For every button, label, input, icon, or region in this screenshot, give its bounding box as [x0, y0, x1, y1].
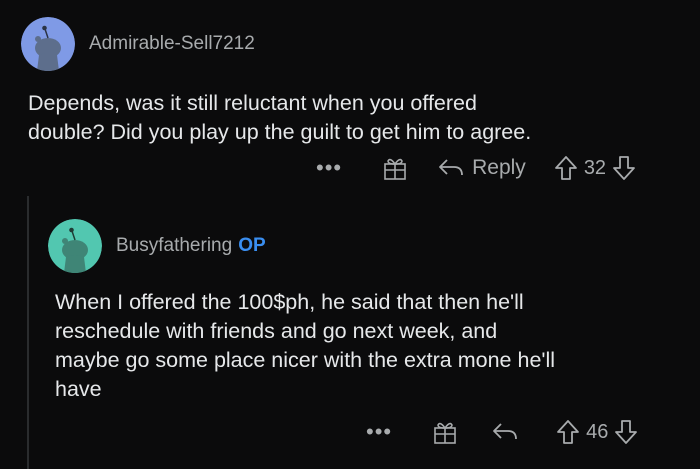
op-badge: OP [238, 235, 266, 256]
upvote-icon[interactable] [554, 155, 578, 181]
reply-button[interactable]: Reply [438, 156, 526, 180]
reply-arrow-icon [493, 423, 518, 440]
gift-icon [434, 422, 456, 444]
vote-count: 46 [586, 420, 609, 443]
more-options-button[interactable]: ••• [366, 421, 392, 443]
snoo-avatar-icon [21, 17, 75, 71]
vote-count: 32 [583, 156, 607, 179]
username[interactable]: Admirable-Sell7212 [89, 33, 261, 55]
reply-label[interactable]: Reply [472, 156, 526, 180]
comment-body-line: double? Did you play up the guilt to get… [28, 120, 532, 144]
award-button[interactable] [432, 419, 458, 445]
upvote-icon[interactable] [556, 419, 580, 445]
comment-body-line: have [55, 377, 102, 401]
username[interactable]: Busyfathering OP [116, 235, 266, 257]
snoo-avatar-icon [48, 219, 102, 273]
avatar[interactable] [21, 17, 75, 71]
vote-controls: 32 [554, 155, 636, 181]
downvote-icon[interactable] [612, 155, 636, 181]
comment-body-line: Depends, was it still reluctant when you… [28, 91, 477, 115]
reply-button[interactable] [492, 421, 526, 443]
comment-body: Depends, was it still reluctant when you… [28, 89, 531, 147]
vote-controls: 46 [556, 419, 638, 445]
award-button[interactable] [382, 155, 408, 181]
more-options-button[interactable]: ••• [316, 157, 342, 179]
downvote-icon[interactable] [614, 419, 638, 445]
avatar[interactable] [48, 219, 102, 273]
username-text[interactable]: Busyfathering [116, 235, 232, 256]
thread-line [27, 196, 29, 469]
gift-icon [384, 158, 406, 180]
comment-body-line: maybe go some place nicer with the extra… [55, 348, 556, 372]
comment-actions: ••• 46 [366, 417, 638, 447]
comment-body-line: reschedule with friends and go next week… [55, 319, 498, 343]
reply-arrow-icon [439, 159, 464, 176]
comment-body-line: When I offered the 100$ph, he said that … [55, 290, 524, 314]
username-text[interactable]: Admirable-Sell7212 [89, 33, 255, 54]
comment-body: When I offered the 100$ph, he said that … [55, 288, 555, 404]
comment-actions: ••• Reply 32 [316, 153, 636, 183]
